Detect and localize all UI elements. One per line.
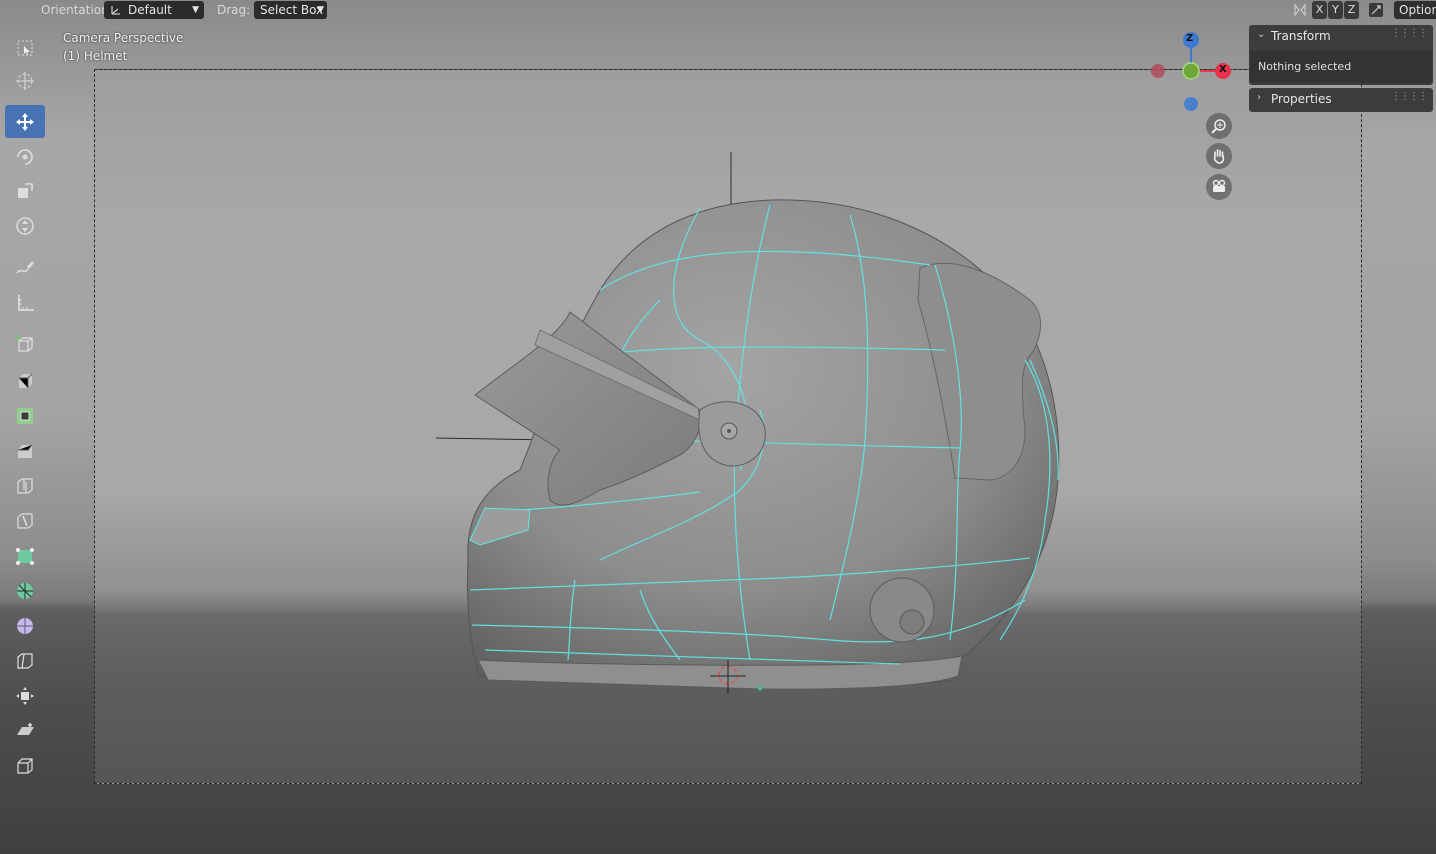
- add-cube-tool[interactable]: [5, 327, 45, 360]
- orientation-gizmo-icon: [111, 6, 120, 15]
- rotate-icon: [17, 148, 33, 165]
- camera-view-button[interactable]: [1206, 174, 1232, 200]
- spin-icon: [17, 582, 33, 599]
- drag-dropdown[interactable]: Select Box ▼: [254, 1, 327, 19]
- viewport-header: Orientation: Default ▼ Drag: Select Box …: [0, 0, 1436, 21]
- object-name-label: (1) Helmet: [63, 49, 128, 63]
- scale-tool[interactable]: [5, 174, 45, 207]
- zoom-button[interactable]: [1206, 113, 1232, 139]
- select-box-tool[interactable]: [5, 31, 45, 64]
- smooth-tool[interactable]: [5, 609, 45, 642]
- view-name-label: Camera Perspective: [63, 31, 184, 45]
- annotate-icon: [16, 260, 34, 274]
- orientation-label: Orientation:: [41, 3, 113, 17]
- mirror-icon[interactable]: [1293, 3, 1307, 17]
- orientation-dropdown[interactable]: Default ▼: [104, 1, 204, 19]
- drag-label: Drag:: [217, 3, 251, 17]
- drag-handle-icon[interactable]: ⋮⋮⋮⋮: [1391, 28, 1428, 39]
- transform-tool[interactable]: [5, 209, 45, 242]
- bevel-icon: [18, 444, 33, 458]
- chevron-down-icon: ▼: [192, 5, 199, 15]
- gizmo-x-negative: [1151, 64, 1165, 78]
- mirror-z-toggle[interactable]: Z: [1344, 1, 1359, 19]
- annotate-tool[interactable]: [5, 251, 45, 284]
- measure-tool[interactable]: [5, 286, 45, 319]
- camera-icon: [1212, 179, 1226, 192]
- gizmo-z-label: Z: [1186, 33, 1194, 44]
- hand-icon: [1213, 149, 1225, 164]
- shrink-fatten-icon: [16, 686, 34, 705]
- drag-handle-icon[interactable]: ⋮⋮⋮⋮: [1391, 91, 1428, 102]
- select-box-icon: [17, 40, 33, 55]
- rip-region-tool[interactable]: [5, 749, 45, 782]
- transform-icon: [16, 216, 34, 235]
- mirror-x-toggle[interactable]: X: [1312, 1, 1327, 19]
- inset-icon: [17, 407, 33, 424]
- snap-icon[interactable]: [1368, 2, 1384, 18]
- gizmo-z-negative: [1184, 97, 1198, 111]
- chevron-down-icon: ⌄: [1257, 29, 1266, 40]
- shear-icon: [17, 722, 34, 735]
- transform-panel-title: Transform: [1271, 29, 1331, 43]
- properties-panel[interactable]: › Properties ⋮⋮⋮⋮: [1249, 88, 1433, 112]
- scale-icon: [18, 182, 33, 198]
- poly-build-tool[interactable]: [5, 539, 45, 572]
- smooth-icon: [17, 617, 33, 634]
- gizmo-y-axis: [1182, 62, 1200, 80]
- measure-icon: [18, 294, 34, 311]
- extrude-region-tool[interactable]: [5, 364, 45, 397]
- zoom-icon: [1211, 119, 1226, 134]
- loop-cut-tool[interactable]: [5, 469, 45, 502]
- spin-tool[interactable]: [5, 574, 45, 607]
- chevron-down-icon: ▼: [317, 5, 324, 15]
- knife-tool[interactable]: [5, 504, 45, 537]
- 3d-viewport[interactable]: Orientation: Default ▼ Drag: Select Box …: [0, 0, 1436, 854]
- cursor-tool[interactable]: [5, 64, 45, 97]
- pan-button[interactable]: [1206, 143, 1232, 169]
- extrude-icon: [19, 373, 33, 388]
- cursor-icon: [16, 71, 34, 90]
- transform-panel-header[interactable]: ⌄ Transform ⋮⋮⋮⋮: [1249, 25, 1433, 47]
- mirror-y-toggle[interactable]: Y: [1328, 1, 1343, 19]
- move-icon: [16, 112, 34, 131]
- gizmo-x-label: X: [1219, 64, 1227, 75]
- inset-faces-tool[interactable]: [5, 399, 45, 432]
- rip-region-icon: [17, 757, 33, 774]
- poly-build-icon: [16, 547, 34, 565]
- options-button[interactable]: Options: [1394, 1, 1436, 19]
- chevron-right-icon: ›: [1257, 92, 1261, 103]
- edge-slide-tool[interactable]: [5, 644, 45, 677]
- transform-panel: ⌄ Transform ⋮⋮⋮⋮ Nothing selected: [1249, 25, 1433, 85]
- shrink-fatten-tool[interactable]: [5, 679, 45, 712]
- bevel-tool[interactable]: [5, 434, 45, 467]
- knife-icon: [17, 512, 33, 529]
- move-tool[interactable]: [5, 105, 45, 138]
- properties-panel-title: Properties: [1271, 92, 1332, 106]
- transform-panel-body: Nothing selected: [1258, 60, 1352, 73]
- rotate-tool[interactable]: [5, 140, 45, 173]
- add-cube-icon: [15, 334, 33, 352]
- edge-slide-icon: [17, 652, 33, 669]
- orientation-value: Default: [128, 3, 172, 17]
- shear-tool[interactable]: [5, 714, 45, 747]
- drag-value: Select Box: [260, 3, 324, 17]
- loop-cut-icon: [17, 477, 33, 494]
